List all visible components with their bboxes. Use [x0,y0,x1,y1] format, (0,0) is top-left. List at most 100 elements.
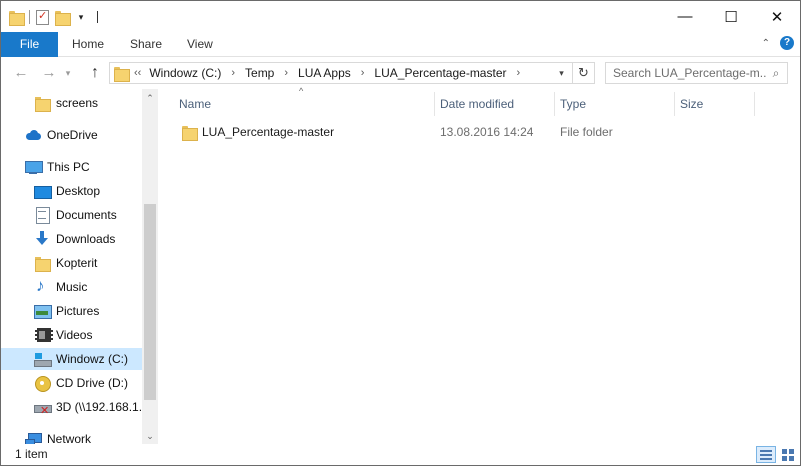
window-controls: — ☐ ✕ [662,1,800,32]
breadcrumb-lua-apps[interactable]: LUA Apps [298,66,351,80]
title-bar: ▾ — ☐ ✕ [1,1,800,32]
nav-item-network-drive[interactable]: 3D (\\192.168.1.2 [1,396,142,418]
column-header-size[interactable]: Size [675,92,755,116]
app-folder-icon [9,10,25,26]
folder-icon [34,95,51,112]
search-box[interactable]: ⌕ [605,62,788,84]
nav-item-music[interactable]: Music [1,276,142,298]
breadcrumb-separator[interactable]: › [284,67,288,79]
recent-locations-icon[interactable]: ▾ [61,63,75,83]
nav-item-screens[interactable]: screens [1,92,142,114]
nav-item-kopterit[interactable]: Kopterit [1,252,142,274]
tab-view[interactable]: View [173,32,227,57]
file-explorer-window: ▾ — ☐ ✕ File Home Share View ⌃ ? ← → ▾ ↑… [0,0,801,466]
nav-item-desktop[interactable]: Desktop [1,180,142,202]
column-header-name[interactable]: Name [174,92,434,116]
folder-icon [34,255,51,272]
downloads-icon [34,231,50,247]
column-header-date-modified[interactable]: Date modified [435,92,555,116]
details-view-button[interactable] [756,446,776,463]
breadcrumb-windowz[interactable]: Windowz (C:) [149,66,221,80]
minimize-button[interactable]: — [662,1,708,32]
up-arrow-icon[interactable]: ↑ [85,63,105,83]
toolbar-divider [29,10,30,24]
navigation-bar: ← → ▾ ↑ ‹‹ Windowz (C:) › Temp › LUA App… [1,58,800,88]
desktop-icon [34,183,52,199]
nav-item-pictures[interactable]: Pictures [1,300,142,322]
hidden-crumbs-indicator[interactable]: ‹‹ [134,67,141,79]
details-view-icon [760,449,772,460]
tab-file[interactable]: File [1,32,58,57]
nav-item-label: Desktop [56,184,101,198]
documents-icon [34,207,50,224]
close-button[interactable]: ✕ [754,1,800,32]
nav-item-label: Music [56,280,88,294]
nav-item-this-pc[interactable]: This PC [1,156,142,178]
nav-item-downloads[interactable]: Downloads [1,228,142,250]
tab-share[interactable]: Share [116,32,176,57]
ribbon-right-controls: ⌃ ? [762,36,794,50]
refresh-icon[interactable]: ↻ [573,62,595,84]
search-input[interactable] [613,66,767,80]
folder-icon [182,125,198,141]
nav-item-label: Windowz (C:) [56,352,129,366]
date-modified-cell: 13.08.2016 14:24 [440,125,534,139]
this-pc-icon [25,159,43,175]
breadcrumb-separator[interactable]: › [517,67,521,79]
nav-item-label: screens [56,96,99,110]
nav-item-label: 3D (\\192.168.1.2 [56,400,142,414]
nav-item-label: OneDrive [47,128,98,142]
nav-item-cd-drive[interactable]: CD Drive (D:) [1,372,142,394]
ribbon-tabs: File Home Share View ⌃ ? [1,32,800,57]
navigation-scrollbar[interactable]: ⌃ ⌄ [142,89,158,444]
scroll-up-icon[interactable]: ⌃ [142,90,158,106]
nav-item-onedrive[interactable]: OneDrive [1,124,142,146]
breadcrumb-lua-percentage-master[interactable]: LUA_Percentage-master [374,66,506,80]
properties-icon[interactable] [36,9,49,25]
scroll-down-icon[interactable]: ⌄ [142,428,158,444]
scrollbar-thumb[interactable] [144,204,156,400]
file-list: ^ Name Date modified Type Size LUA_Perce… [158,86,800,444]
large-icons-view-icon [782,448,794,461]
nav-item-windowz-c[interactable]: Windowz (C:) [1,348,142,370]
status-bar: 1 item [1,444,800,465]
nav-item-label: Kopterit [56,256,98,270]
tab-home[interactable]: Home [58,32,118,57]
nav-item-label: Documents [56,208,117,222]
nav-item-videos[interactable]: Videos [1,324,142,346]
address-dropdown-icon[interactable]: ▾ [550,63,572,83]
item-count: 1 item [15,447,48,461]
forward-arrow-icon[interactable]: → [39,63,59,83]
file-row[interactable]: LUA_Percentage-master 13.08.2016 14:24 F… [176,121,776,143]
breadcrumb-separator[interactable]: › [361,67,365,79]
nav-item-label: Downloads [56,232,116,246]
large-icons-view-button[interactable] [778,446,798,463]
nav-item-network[interactable]: Network [1,428,142,444]
navigation-pane: screens OneDrive This PC Desktop Documen… [1,89,158,444]
nav-item-documents[interactable]: Documents [1,204,142,226]
search-icon[interactable]: ⌕ [767,66,785,81]
view-toggle [756,446,798,463]
new-folder-icon[interactable] [55,10,71,26]
nav-item-label: Pictures [56,304,100,318]
help-icon[interactable]: ? [780,36,794,50]
nav-item-label: Network [47,432,92,444]
nav-item-label: This PC [47,160,90,174]
pictures-icon [34,303,52,319]
file-name-cell[interactable]: LUA_Percentage-master [182,121,334,143]
expand-ribbon-icon[interactable]: ⌃ [762,38,770,49]
nav-item-label: CD Drive (D:) [56,376,128,390]
column-divider[interactable] [754,92,755,116]
back-arrow-icon[interactable]: ← [11,63,31,83]
address-bar[interactable]: ‹‹ Windowz (C:) › Temp › LUA Apps › LUA_… [109,62,573,84]
maximize-button[interactable]: ☐ [708,1,754,32]
videos-icon [34,327,53,343]
customize-toolbar-icon[interactable]: ▾ [75,12,87,23]
column-header-type[interactable]: Type [555,92,675,116]
breadcrumb-temp[interactable]: Temp [245,66,274,80]
breadcrumb-separator[interactable]: › [231,67,235,79]
network-icon [25,431,42,444]
navigation-tree: screens OneDrive This PC Desktop Documen… [1,89,142,444]
cd-drive-icon [34,375,51,392]
onedrive-icon [25,127,41,143]
